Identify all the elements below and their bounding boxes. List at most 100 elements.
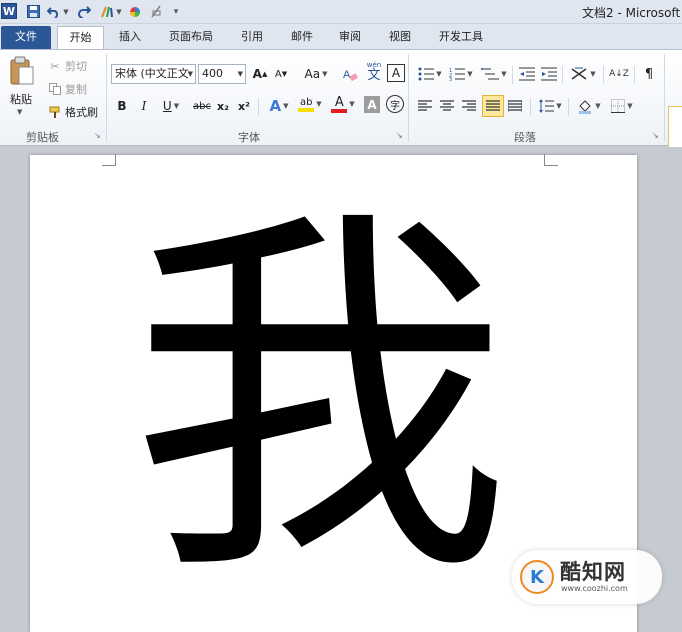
align-center-button[interactable] xyxy=(438,96,456,116)
change-case-button[interactable]: Aa ▼ xyxy=(302,64,330,84)
italic-button[interactable]: I xyxy=(136,96,152,116)
window-title: 文档2 - Microsoft xyxy=(582,6,681,20)
tab-review[interactable]: 审阅 xyxy=(330,26,370,49)
phonetic-guide-button[interactable]: wén 文 xyxy=(364,62,384,83)
font-size-combo[interactable]: 400 ▼ xyxy=(198,64,246,84)
format-painter-button[interactable]: 格式刷 xyxy=(48,104,98,120)
underline-button[interactable]: U ▼ xyxy=(158,96,184,116)
character-border-button[interactable]: A xyxy=(387,64,405,82)
character-shading-button[interactable]: A xyxy=(364,96,380,113)
borders-icon xyxy=(611,99,626,113)
line-spacing-button[interactable]: ▼ xyxy=(536,96,564,116)
font-color-icon: A xyxy=(331,96,348,113)
cut-button[interactable]: ✂ 剪切 xyxy=(48,58,87,74)
phonetic-guide-char-icon: 文 xyxy=(367,68,381,83)
enclose-characters-button[interactable]: 字 xyxy=(386,95,404,113)
copy-label: 复制 xyxy=(65,83,87,96)
title-bar: W ▼ ▼ ▾ 文档2 - Microsoft xyxy=(0,0,682,24)
justify-button[interactable] xyxy=(482,95,504,117)
coozhi-watermark: K 酷知网 www.coozhi.com xyxy=(512,550,662,604)
tab-insert[interactable]: 插入 xyxy=(110,26,150,49)
tab-file[interactable]: 文件 xyxy=(1,26,51,49)
numbering-button[interactable]: 1 2 3 ▼ xyxy=(447,64,475,84)
word-logo-icon[interactable]: W xyxy=(1,3,17,19)
paste-icon[interactable] xyxy=(8,56,36,86)
sort-button[interactable]: A↓Z xyxy=(608,64,630,84)
copy-button[interactable]: 复制 xyxy=(48,81,87,97)
numbering-icon: 123 xyxy=(449,68,466,81)
align-right-icon xyxy=(462,100,476,111)
decrease-indent-button[interactable] xyxy=(518,64,536,84)
ribbon: 粘贴 ▼ ✂ 剪切 复制 格式刷 剪贴板 ↘ 宋体 (中文正文 ▼ 400 ▼ … xyxy=(0,49,682,166)
line-spacing-icon xyxy=(539,99,555,113)
customize-quick-access-icon[interactable]: ▾ xyxy=(170,3,182,20)
borders-button[interactable]: ▼ xyxy=(608,96,636,116)
font-name-value: 宋体 (中文正文 xyxy=(115,67,189,80)
grow-font-button[interactable]: A ▲ xyxy=(251,64,269,84)
font-name-combo[interactable]: 宋体 (中文正文 ▼ xyxy=(111,64,196,84)
font-dialog-launcher-icon[interactable]: ↘ xyxy=(396,131,405,140)
tab-developer[interactable]: 开发工具 xyxy=(430,26,492,49)
highlight-dropdown-icon: ▼ xyxy=(316,100,322,108)
tab-references[interactable]: 引用 xyxy=(232,26,272,49)
paragraph-row-divider xyxy=(562,66,563,84)
paragraph-row-divider xyxy=(512,66,513,84)
undo-icon[interactable]: ▼ xyxy=(46,3,70,20)
distributed-icon xyxy=(508,100,522,112)
paragraph-row-divider xyxy=(530,98,531,116)
justify-icon xyxy=(486,100,500,111)
shrink-font-button[interactable]: A ▼ xyxy=(272,64,290,84)
font-size-value: 400 xyxy=(202,67,223,80)
underline-glyph: U xyxy=(162,99,172,113)
font-size-dropdown-icon: ▼ xyxy=(237,70,243,78)
text-effects-button[interactable]: A ▼ xyxy=(266,96,292,116)
multilevel-list-icon xyxy=(481,68,500,80)
tab-mailings[interactable]: 邮件 xyxy=(282,26,322,49)
show-hide-marks-button[interactable]: ¶ xyxy=(640,64,658,84)
format-painter-quick-icon[interactable]: ▼ xyxy=(98,3,124,20)
eraser-icon: A xyxy=(343,69,358,82)
font-color-button[interactable]: A ▼ xyxy=(330,94,356,114)
increase-indent-button[interactable] xyxy=(540,64,558,84)
underline-dropdown-icon: ▼ xyxy=(173,102,180,110)
font-color-swatch xyxy=(331,108,348,113)
decrease-indent-icon xyxy=(519,67,535,81)
clear-formatting-button[interactable]: A xyxy=(341,64,359,84)
shading-button[interactable]: ▼ xyxy=(574,96,604,116)
highlight-glyph: ab xyxy=(300,96,313,108)
paragraph-row-divider xyxy=(568,98,569,116)
shrink-arrow-icon: ▼ xyxy=(281,70,288,78)
align-left-button[interactable] xyxy=(416,96,434,116)
font-row-divider xyxy=(258,98,259,116)
bold-button[interactable]: B xyxy=(114,96,130,116)
subscript-button[interactable]: x₂ xyxy=(215,96,231,116)
paste-label[interactable]: 粘贴 xyxy=(10,91,32,107)
chinese-layout-button[interactable]: ▼ xyxy=(568,64,598,84)
save-icon[interactable] xyxy=(25,3,41,20)
svg-text:3: 3 xyxy=(449,77,452,81)
change-case-glyph: Aa xyxy=(304,67,321,81)
redo-icon[interactable] xyxy=(76,3,92,20)
paste-dropdown-icon[interactable]: ▼ xyxy=(17,108,22,116)
bullets-button[interactable]: ▼ xyxy=(416,64,444,84)
tab-home[interactable]: 开始 xyxy=(57,26,104,49)
clipboard-dialog-launcher-icon[interactable]: ↘ xyxy=(94,131,103,140)
group-divider xyxy=(664,54,665,142)
distributed-button[interactable] xyxy=(506,96,524,116)
crop-mark xyxy=(102,154,116,166)
tab-view[interactable]: 视图 xyxy=(380,26,420,49)
clear-format-quick-icon[interactable] xyxy=(148,3,164,20)
color-wheel-icon[interactable] xyxy=(127,3,143,20)
paragraph-dialog-launcher-icon[interactable]: ↘ xyxy=(652,131,661,140)
highlight-color-swatch xyxy=(298,107,315,112)
tab-page-layout[interactable]: 页面布局 xyxy=(160,26,222,49)
grow-arrow-icon: ▲ xyxy=(261,70,268,78)
paragraph-row-divider xyxy=(634,66,635,84)
text-effects-glyph: A xyxy=(269,97,282,115)
multilevel-list-button[interactable]: ▼ xyxy=(479,64,509,84)
superscript-button[interactable]: x² xyxy=(236,96,252,116)
document-text[interactable]: 我 xyxy=(130,210,530,590)
strikethrough-button[interactable]: abc xyxy=(191,96,213,116)
text-highlight-button[interactable]: ab ▼ xyxy=(296,94,324,114)
align-right-button[interactable] xyxy=(460,96,478,116)
